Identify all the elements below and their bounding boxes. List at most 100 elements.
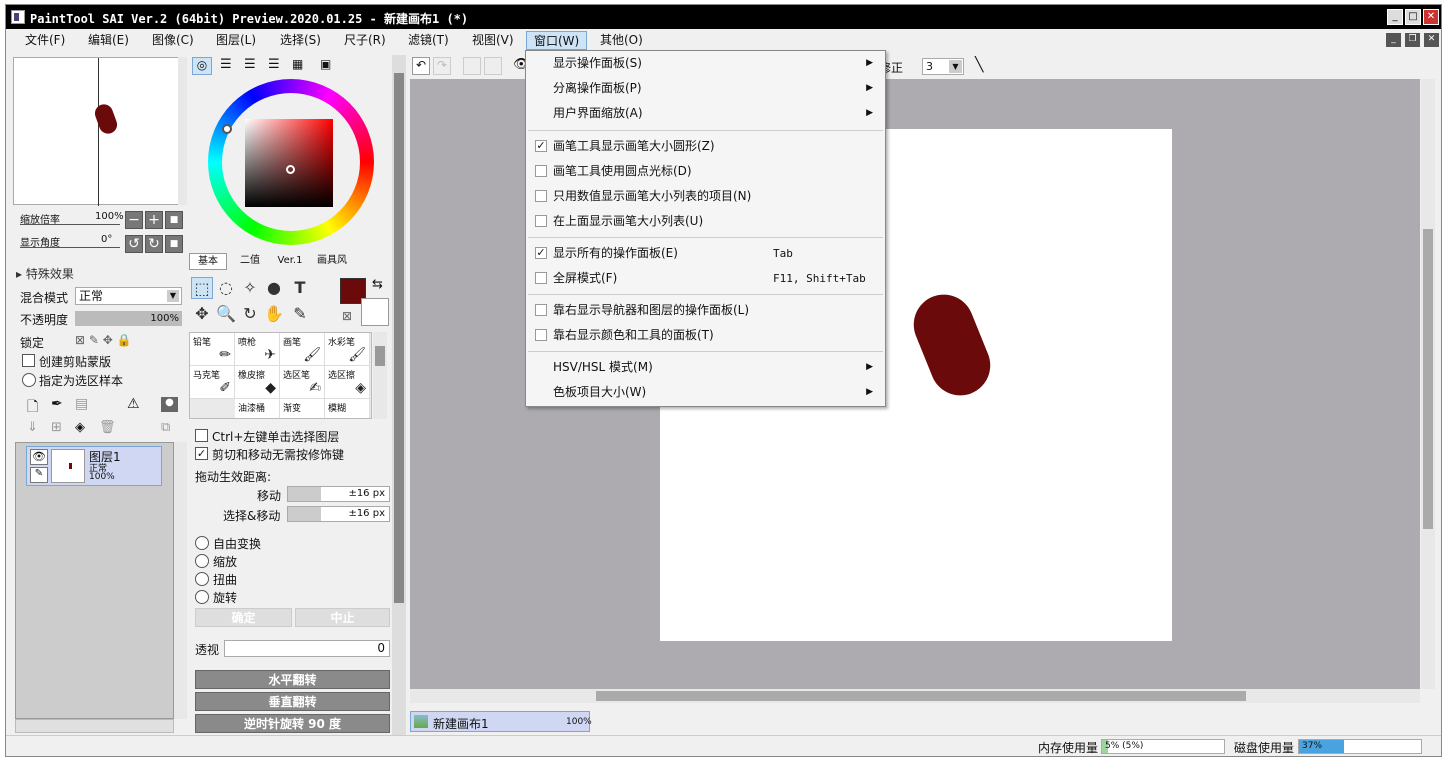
menu-item-show-all-panels[interactable]: ✓ 显示所有的操作面板(E) Tab <box>526 242 885 265</box>
distort-radio[interactable] <box>195 572 209 586</box>
effects-icon[interactable]: ⚠ <box>127 396 140 412</box>
new-pen-layer-icon[interactable]: ✒ <box>51 396 63 412</box>
scratch-pad-icon[interactable]: ▣ <box>320 57 331 71</box>
menu-other[interactable]: 其他(O) <box>593 31 650 50</box>
canvas-tab[interactable]: 新建画布1 100% <box>410 711 592 732</box>
lasso-icon[interactable]: ◌ <box>215 277 237 299</box>
new-layer-icon[interactable]: 🗋 <box>27 396 38 420</box>
menu-item-dot-cursor[interactable]: 画笔工具使用圆点光标(D) <box>526 160 885 183</box>
clip-checkbox[interactable] <box>22 354 35 367</box>
tab-ver1[interactable]: Ver.1 <box>271 253 309 270</box>
flip-horizontal-button[interactable]: 水平翻转 <box>195 670 390 689</box>
redo-icon[interactable]: ↷ <box>433 57 451 75</box>
angle-slider[interactable] <box>20 247 120 248</box>
perspective-input[interactable]: 0 <box>224 640 390 657</box>
brush-item[interactable]: 模糊 <box>325 399 370 418</box>
menu-item-size-list-top[interactable]: 在上面显示画笔大小列表(U) <box>526 210 885 233</box>
cut-move-checkbox[interactable]: ✓ <box>195 447 208 460</box>
rotate-radio[interactable] <box>195 590 209 604</box>
invert-select-icon[interactable] <box>484 57 502 75</box>
new-folder-icon[interactable]: ▤ <box>75 396 88 412</box>
opacity-slider[interactable]: 100% <box>75 311 182 326</box>
menu-filter[interactable]: 滤镜(T) <box>401 31 456 50</box>
menu-item-detach-panels[interactable]: 分离操作面板(P) ▶ <box>526 77 885 100</box>
zoom-out-button[interactable]: − <box>125 211 143 229</box>
eyedropper-icon[interactable]: ✎ <box>289 303 311 325</box>
blend-mode-select[interactable]: 正常 ▼ <box>75 287 182 305</box>
cancel-button[interactable]: 中止 <box>295 608 390 627</box>
menu-layer[interactable]: 图层(L) <box>209 31 263 50</box>
color-wheel[interactable] <box>208 79 374 245</box>
menu-view[interactable]: 视图(V) <box>465 31 521 50</box>
visibility-eye-icon[interactable]: 👁 <box>30 449 48 465</box>
menu-select[interactable]: 选择(S) <box>273 31 328 50</box>
brush-item[interactable]: 选区擦 ◈ <box>325 366 370 399</box>
brush-item[interactable]: 渐变 <box>280 399 325 418</box>
swap-colors-icon[interactable]: ⇆ <box>372 277 383 292</box>
clear-layer-icon[interactable]: ◈ <box>75 420 85 435</box>
rotate-left-button[interactable]: ↺ <box>125 235 143 253</box>
ok-button[interactable]: 确定 <box>195 608 292 627</box>
navigator-preview[interactable] <box>13 57 179 206</box>
rotate-ccw-button[interactable]: 逆时针旋转 90 度 <box>195 714 390 733</box>
select-move-distance-slider[interactable]: ±16 px <box>287 506 390 522</box>
layer-pencil-icon[interactable]: ✎ <box>30 467 48 483</box>
move-icon[interactable]: ✥ <box>191 303 213 325</box>
menu-item-show-panels[interactable]: 显示操作面板(S) ▶ <box>526 52 885 75</box>
hand-icon[interactable]: ✋ <box>263 303 285 325</box>
stabilizer-select[interactable]: 3 ▼ <box>922 58 964 75</box>
menu-file[interactable]: 文件(F) <box>18 31 72 50</box>
move-distance-slider[interactable]: ±16 px <box>287 486 390 502</box>
saturation-value-square[interactable] <box>245 119 333 207</box>
brush-item[interactable]: 橡皮擦 ◆ <box>235 366 280 399</box>
lock-icons[interactable]: ⊠ ✎ ✥ 🔒 <box>75 333 132 347</box>
brush-item[interactable]: 马克笔 ✐ <box>190 366 235 399</box>
layer-list-scrollbar[interactable] <box>174 442 188 719</box>
menu-item-navigator-right[interactable]: 靠右显示导航器和图层的操作面板(L) <box>526 299 885 322</box>
menu-ruler[interactable]: 尺子(R) <box>337 31 393 50</box>
rotate-tool-icon[interactable]: ↻ <box>239 303 261 325</box>
flip-vertical-button[interactable]: 垂直翻转 <box>195 692 390 711</box>
ctrl-select-checkbox[interactable] <box>195 429 208 442</box>
menu-item-swatch-size[interactable]: 色板项目大小(W) ▶ <box>526 381 885 404</box>
layer-list-hscroll[interactable] <box>15 719 174 733</box>
transparent-color-icon[interactable]: ⊠ <box>342 309 352 323</box>
merge-down-icon[interactable]: ⊞ <box>51 420 62 435</box>
shape-icon[interactable]: ● <box>263 277 285 299</box>
maximize-button[interactable]: □ <box>1405 9 1421 25</box>
brush-item[interactable]: 水彩笔 🖌 <box>325 333 370 366</box>
mdi-close-button[interactable]: ✕ <box>1424 33 1439 47</box>
tab-basic[interactable]: 基本 <box>189 253 227 270</box>
mix-slider-icon[interactable]: ☰ <box>268 57 280 72</box>
effects-toggle[interactable]: ▸ 特殊效果 <box>16 265 74 282</box>
mask-icon[interactable]: ● <box>161 397 178 412</box>
brush-item[interactable]: 选区笔 ✍ <box>280 366 325 399</box>
tab-tool-style[interactable]: 画具风 <box>311 253 353 270</box>
menu-item-brush-circle[interactable]: ✓ 画笔工具显示画笔大小圆形(Z) <box>526 135 885 158</box>
canvas-vscroll[interactable] <box>1421 79 1435 689</box>
menu-item-hsv-mode[interactable]: HSV/HSL 模式(M) ▶ <box>526 356 885 379</box>
angle-reset-button[interactable]: ■ <box>165 235 183 253</box>
layer-item[interactable]: 👁 ✎ 图层1 正常 100% <box>26 446 162 486</box>
menu-image[interactable]: 图像(C) <box>145 31 201 50</box>
brush-item[interactable]: 油漆桶 <box>235 399 280 418</box>
zoom-tool-icon[interactable]: 🔍 <box>215 303 237 325</box>
menu-window[interactable]: 窗口(W) <box>526 31 588 50</box>
brush-item[interactable]: 喷枪 ✈ <box>235 333 280 366</box>
minimize-button[interactable]: _ <box>1387 9 1403 25</box>
line-tool-icon[interactable]: ╲ <box>975 57 983 73</box>
brush-item[interactable]: 铅笔 ✏ <box>190 333 235 366</box>
color-wheel-mode-icon[interactable]: ◎ <box>192 57 212 75</box>
menu-item-color-tools-right[interactable]: 靠右显示颜色和工具的面板(T) <box>526 324 885 347</box>
brush-item[interactable]: 画笔 🖌 <box>280 333 325 366</box>
text-tool-icon[interactable]: T <box>289 277 311 299</box>
menu-item-ui-scale[interactable]: 用户界面缩放(A) ▶ <box>526 102 885 125</box>
mask-apply-icon[interactable]: ⧉ <box>161 420 170 435</box>
menu-item-fullscreen[interactable]: 全屏模式(F) F11, Shift+Tab <box>526 267 885 290</box>
brush-list-scrollbar[interactable] <box>373 332 387 419</box>
mdi-restore-button[interactable]: ❐ <box>1405 33 1420 47</box>
free-transform-radio[interactable] <box>195 536 209 550</box>
menu-edit[interactable]: 编辑(E) <box>81 31 136 50</box>
tool-panel-scrollbar[interactable] <box>392 55 406 735</box>
zoom-reset-button[interactable]: ■ <box>165 211 183 229</box>
